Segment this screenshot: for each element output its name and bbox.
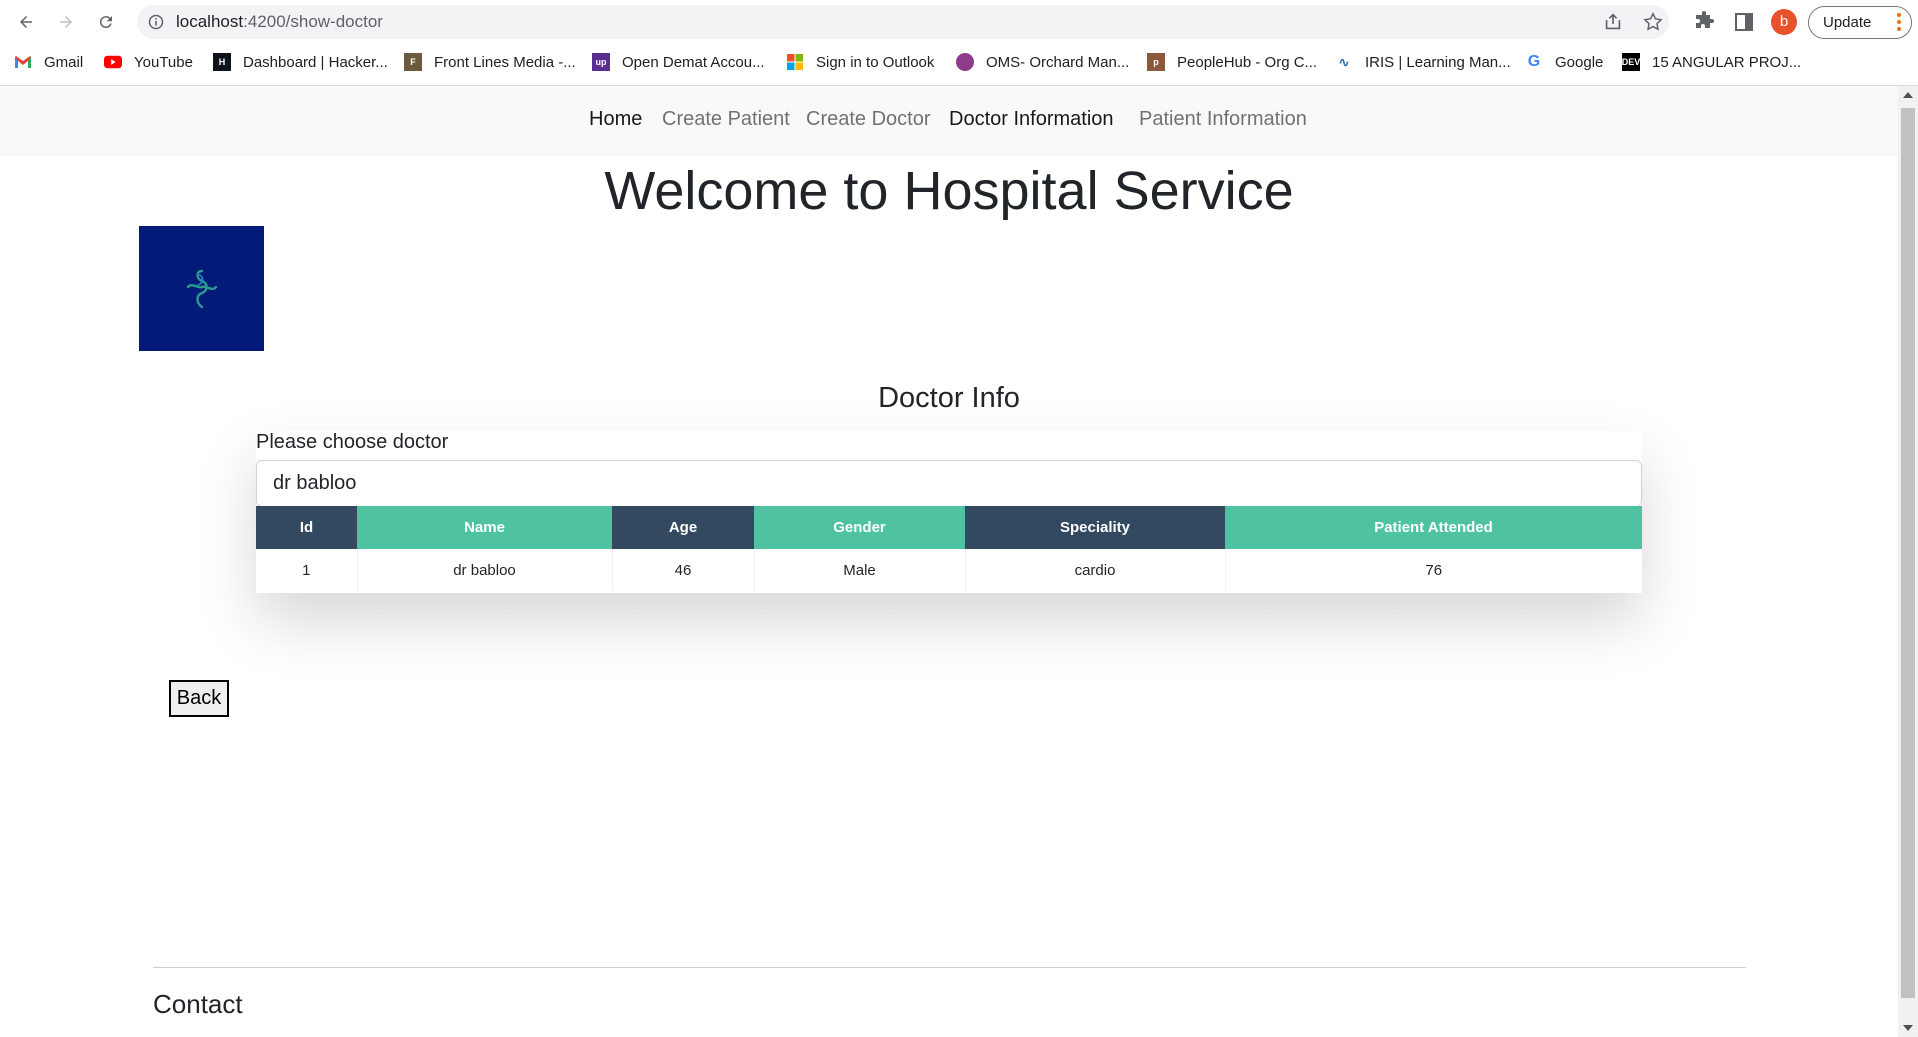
star-icon[interactable] — [1642, 11, 1664, 33]
doctor-table: Id Name Age Gender Speciality Patient At… — [256, 506, 1642, 591]
bookmark-label: 15 ANGULAR PROJ... — [1652, 53, 1802, 71]
bookmark-label: Front Lines Media -... — [434, 53, 576, 71]
bookmark-label: Google — [1555, 53, 1604, 71]
top-navbar: Home Create Patient Create Doctor Doctor… — [0, 86, 1898, 156]
cell-name: dr babloo — [357, 549, 613, 591]
cell-gender: Male — [754, 549, 966, 591]
url-text[interactable]: localhost:4200/show-doctor — [176, 12, 383, 32]
peoplehub-icon: p — [1147, 53, 1165, 71]
bookmark-label: YouTube — [134, 53, 193, 71]
header-id: Id — [256, 506, 357, 549]
bookmark-item[interactable]: Sign in to Outlook — [786, 48, 934, 76]
profile-avatar[interactable]: b — [1771, 9, 1797, 35]
url-path: :4200/show-doctor — [243, 12, 383, 31]
update-button[interactable]: Update — [1808, 6, 1912, 39]
nav-doctor-information[interactable]: Doctor Information — [949, 108, 1114, 131]
bookmark-item[interactable]: DEV 15 ANGULAR PROJ... — [1622, 48, 1801, 76]
bookmark-item[interactable]: up Open Demat Accou... — [592, 48, 765, 76]
bookmark-item[interactable]: OMS- Orchard Man... — [956, 48, 1129, 76]
header-name: Name — [357, 506, 612, 549]
bookmark-item[interactable]: H Dashboard | Hacker... — [213, 48, 388, 76]
forward-arrow-icon[interactable] — [52, 8, 80, 36]
dev-icon: DEV — [1622, 53, 1640, 71]
scroll-down-icon[interactable] — [1903, 1025, 1913, 1031]
scroll-thumb[interactable] — [1901, 108, 1915, 998]
hospital-logo — [139, 226, 264, 351]
page-scrollbar[interactable] — [1898, 86, 1918, 1037]
frontlines-icon: F — [404, 53, 422, 71]
bookmark-item[interactable]: Gmail — [14, 48, 83, 76]
menu-dots-icon — [1897, 13, 1901, 32]
side-panel-icon[interactable] — [1732, 10, 1756, 34]
bookmark-label: Gmail — [44, 53, 84, 71]
table-header-row: Id Name Age Gender Speciality Patient At… — [256, 506, 1642, 549]
browser-toolbar: localhost:4200/show-doctor b Update — [0, 0, 1918, 44]
bookmark-item[interactable]: F Front Lines Media -... — [404, 48, 576, 76]
back-arrow-icon[interactable] — [12, 8, 40, 36]
site-info-icon[interactable] — [148, 14, 164, 30]
contact-heading: Contact — [153, 989, 243, 1019]
scroll-up-icon[interactable] — [1903, 92, 1913, 98]
section-title: Doctor Info — [878, 382, 1020, 414]
bookmark-item[interactable]: YouTube — [104, 48, 193, 76]
medical-cross-icon — [186, 269, 217, 308]
bookmark-item[interactable]: ∿ IRIS | Learning Man... — [1335, 48, 1511, 76]
share-icon[interactable] — [1602, 11, 1624, 33]
hackerrank-icon: H — [213, 53, 231, 71]
header-speciality: Speciality — [965, 506, 1225, 549]
header-patient-attended: Patient Attended — [1225, 506, 1642, 549]
reload-icon[interactable] — [92, 8, 120, 36]
bookmark-label: PeopleHub - Org C... — [1177, 53, 1318, 71]
header-gender: Gender — [754, 506, 965, 549]
table-row: 1 dr babloo 46 Male cardio 76 — [256, 549, 1642, 591]
back-button[interactable]: Back — [169, 680, 229, 717]
choose-doctor-label: Please choose doctor — [256, 431, 449, 453]
bookmark-item[interactable]: G Google — [1525, 48, 1604, 76]
bookmarks-bar: Gmail YouTube H Dashboard | Hacker... F Front… — [0, 48, 1918, 78]
oms-icon — [956, 53, 974, 71]
microsoft-icon — [786, 53, 804, 71]
bookmark-label: Sign in to Outlook — [816, 53, 935, 71]
cell-id: 1 — [256, 549, 358, 591]
cell-speciality: cardio — [965, 549, 1226, 591]
iris-icon: ∿ — [1338, 53, 1350, 70]
gmail-icon — [14, 53, 32, 71]
bookmark-label: Dashboard | Hacker... — [243, 53, 388, 71]
bookmark-label: IRIS | Learning Man... — [1365, 53, 1511, 71]
bookmark-label: OMS- Orchard Man... — [986, 53, 1130, 71]
youtube-icon — [104, 53, 122, 71]
doctor-select[interactable]: dr babloo — [256, 460, 1642, 507]
page-title: Welcome to Hospital Service — [604, 161, 1294, 221]
google-icon: G — [1527, 53, 1541, 70]
page-viewport: Home Create Patient Create Doctor Doctor… — [0, 86, 1898, 1037]
nav-create-patient[interactable]: Create Patient — [662, 108, 790, 131]
nav-patient-information[interactable]: Patient Information — [1139, 108, 1307, 131]
bookmark-label: Open Demat Accou... — [622, 53, 765, 71]
cell-age: 46 — [612, 549, 755, 591]
browser-chrome: localhost:4200/show-doctor b Update Gmai… — [0, 0, 1918, 86]
doctor-info-card: Please choose doctor dr babloo Id Name A… — [256, 431, 1642, 593]
extensions-icon[interactable] — [1692, 10, 1716, 34]
update-label: Update — [1823, 14, 1872, 31]
nav-create-doctor[interactable]: Create Doctor — [806, 108, 931, 131]
bookmark-item[interactable]: p PeopleHub - Org C... — [1147, 48, 1317, 76]
footer-divider — [153, 967, 1746, 968]
nav-home[interactable]: Home — [589, 108, 642, 131]
upstox-icon: up — [592, 53, 610, 71]
url-host: localhost — [176, 12, 244, 31]
header-age: Age — [612, 506, 754, 549]
cell-patient-attended: 76 — [1225, 549, 1642, 591]
